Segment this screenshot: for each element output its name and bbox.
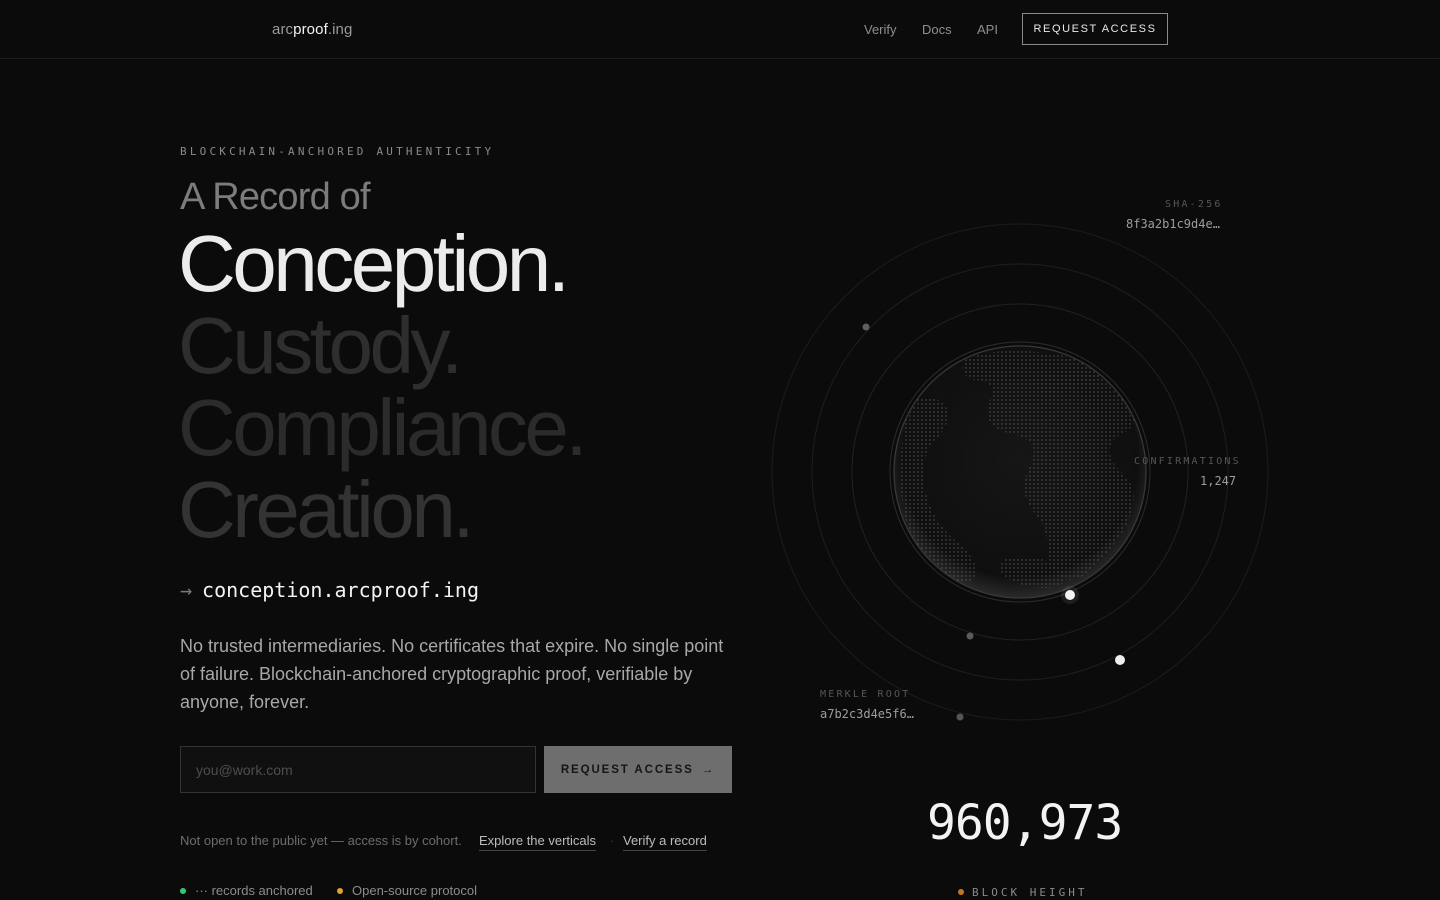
top-navbar: arcproof.ing Verify Docs API REQUEST ACC…: [0, 0, 1440, 59]
sha-label: SHA-256: [1165, 199, 1223, 210]
nav-verify-link[interactable]: Verify: [864, 22, 897, 37]
hero-word: Creation.: [178, 465, 475, 554]
hero-word: Compliance.: [178, 383, 588, 472]
hero-subdomain: → conception.arcproof.ing: [180, 578, 479, 602]
confirmations-label: CONFIRMATIONS: [1134, 456, 1241, 467]
stat-open-source: Open-source protocol: [337, 883, 477, 898]
status-dot-icon: [337, 887, 343, 894]
logo-suffix: .ing: [327, 21, 353, 38]
logo-prefix: arc: [272, 21, 294, 38]
merkle-label: MERKLE ROOT: [820, 689, 911, 700]
sha-value: 8f3a2b1c9d4e…: [1126, 217, 1220, 231]
status-dot-icon: [180, 887, 186, 894]
stat-label: Open-source protocol: [352, 883, 478, 898]
request-access-button[interactable]: REQUEST ACCESS →: [544, 746, 732, 793]
globe-orbit-visual: [771, 223, 1269, 721]
access-note: Not open to the public yet — access is b…: [180, 833, 462, 848]
arrow-right-icon: →: [180, 578, 193, 602]
header-request-access-button[interactable]: REQUEST ACCESS: [1022, 13, 1168, 45]
request-access-label: REQUEST ACCESS: [560, 763, 694, 776]
block-height-caption: BLOCK HEIGHT: [958, 886, 1087, 899]
block-height-counter: 960,973: [927, 795, 1123, 851]
globe-icon: [893, 345, 1147, 599]
stat-label: ··· records anchored: [195, 883, 313, 898]
hero-word-active: Conception.: [178, 219, 570, 308]
email-input[interactable]: [180, 746, 536, 793]
logo-middle: proof: [293, 21, 328, 38]
link-separator: ·: [610, 833, 615, 848]
status-dot-icon: [958, 889, 964, 895]
verify-record-link[interactable]: Verify a record: [623, 833, 707, 851]
arrow-right-icon: →: [701, 763, 716, 776]
nav-api-link[interactable]: API: [977, 22, 998, 37]
hero-word: Custody.: [178, 301, 463, 390]
block-height-label: BLOCK HEIGHT: [972, 886, 1088, 899]
subdomain-text: conception.arcproof.ing: [202, 578, 479, 602]
confirmations-value: 1,247: [1200, 474, 1237, 488]
hero-description: No trusted intermediaries. No certificat…: [180, 636, 724, 712]
nav-docs-link[interactable]: Docs: [922, 22, 952, 37]
logo[interactable]: arcproof.ing: [272, 21, 352, 38]
hero-eyebrow: BLOCKCHAIN-ANCHORED AUTHENTICITY: [180, 145, 495, 158]
stat-records-anchored: ··· records anchored: [180, 883, 313, 898]
merkle-value: a7b2c3d4e5f6…: [820, 707, 914, 721]
hero-lead: A Record of: [180, 176, 371, 218]
explore-verticals-link[interactable]: Explore the verticals: [479, 833, 597, 851]
